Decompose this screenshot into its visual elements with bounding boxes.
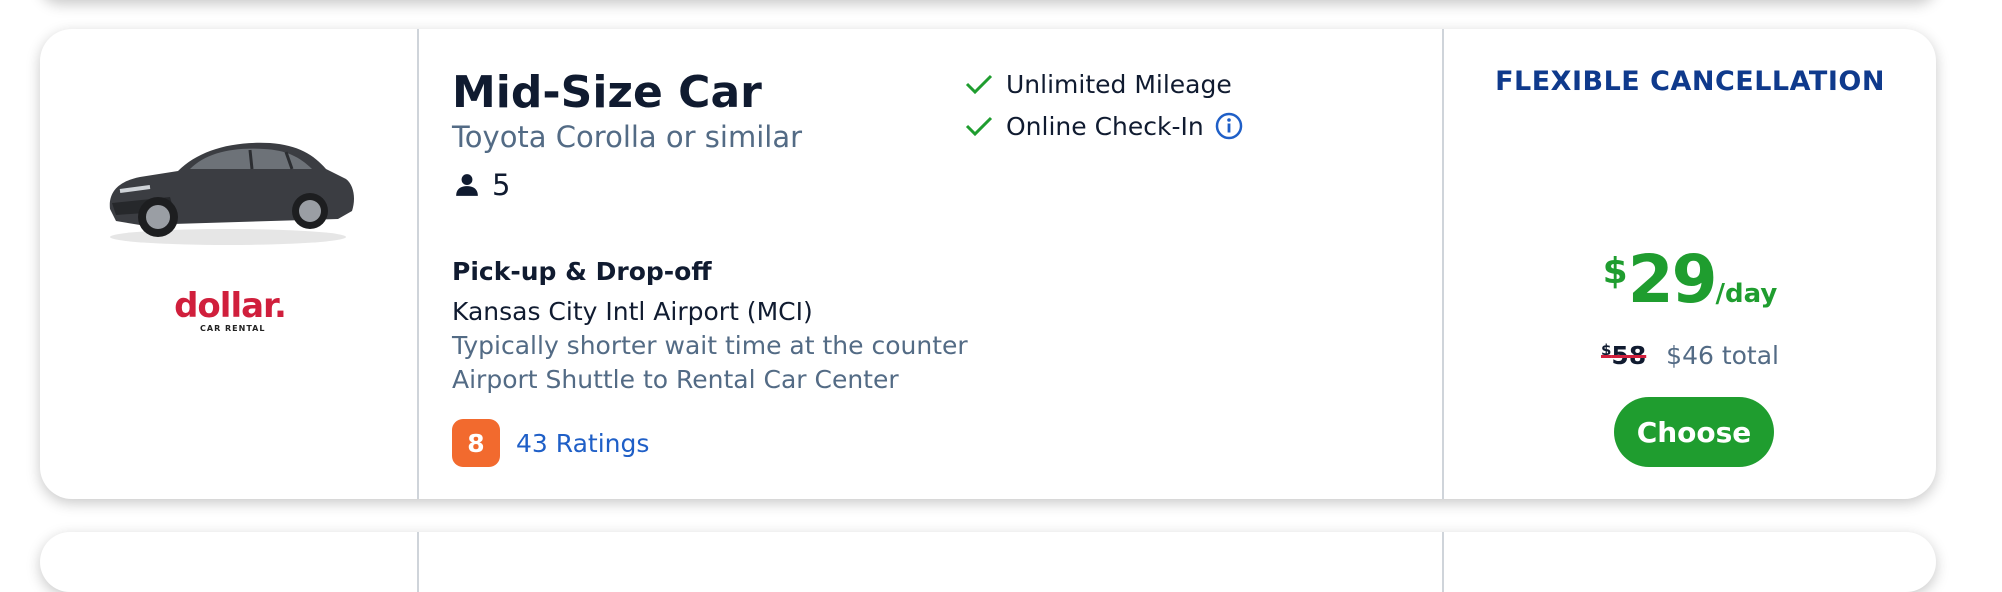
ratings-link[interactable]: 43 Ratings [516,429,649,458]
column-divider [417,532,419,592]
car-class-title: Mid-Size Car [452,67,762,118]
price-per-day: /day [1715,279,1778,309]
rating: 8 43 Ratings [452,419,649,467]
pickup-location: Kansas City Intl Airport (MCI) [452,297,813,326]
price-totals: $58 $46 total [1444,341,1936,370]
price-amount: 29 [1627,241,1718,318]
original-price-currency: $ [1600,341,1612,359]
pickup-shuttle-note: Airport Shuttle to Rental Car Center [452,365,899,394]
feature-label: Online Check-In [1006,111,1204,141]
column-divider [1442,532,1444,592]
daily-price: $29/day [1444,247,1936,313]
seat-count-value: 5 [492,168,511,202]
pickup-wait-note: Typically shorter wait time at the count… [452,331,968,360]
vendor-logo: dollar. CAR RENTAL [170,289,290,333]
price-currency: $ [1602,251,1628,292]
vendor-name: dollar. [174,286,287,326]
check-icon [965,74,993,95]
car-result-card: dollar. CAR RENTAL Mid-Size Car Toyota C… [40,29,1936,499]
car-photo [109,142,354,245]
feature-online-check-in: Online Check-In [964,105,1244,147]
check-icon [965,116,993,137]
original-price: $58 [1601,341,1646,370]
total-price: $46 total [1666,341,1780,370]
price-column: FLEXIBLE CANCELLATION $29/day $58 $46 to… [1444,29,1936,499]
seat-count: 5 [454,168,510,202]
pickup-title: Pick-up & Drop-off [452,257,712,286]
person-icon [456,174,478,196]
feature-unlimited-mileage: Unlimited Mileage [964,63,1244,105]
rating-score-badge: 8 [452,419,500,467]
info-icon[interactable] [1214,111,1244,141]
car-model: Toyota Corolla or similar [452,120,803,154]
next-card [40,532,1936,592]
original-price-amount: 58 [1611,341,1647,370]
feature-label: Unlimited Mileage [1006,69,1232,99]
column-divider [417,29,419,499]
choose-button[interactable]: Choose [1614,397,1774,467]
flexible-cancellation-label: FLEXIBLE CANCELLATION [1495,66,1885,97]
feature-list: Unlimited Mileage Online Check-In [964,63,1244,147]
